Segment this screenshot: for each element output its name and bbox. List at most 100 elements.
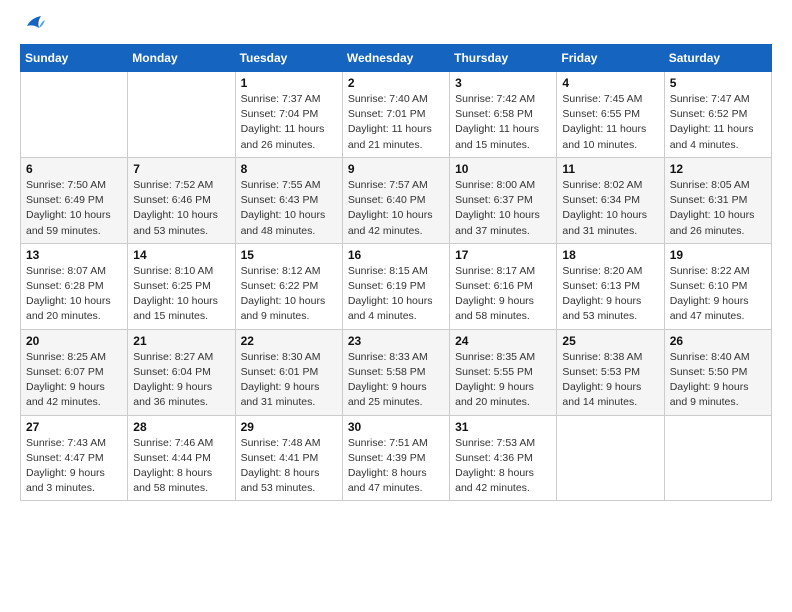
day-number: 18 [562, 248, 658, 262]
day-number: 28 [133, 420, 229, 434]
day-cell-11: 11 Sunrise: 8:02 AMSunset: 6:34 PMDayligh… [557, 157, 664, 243]
day-info: Sunrise: 8:00 AMSunset: 6:37 PMDaylight:… [455, 178, 551, 239]
day-number: 7 [133, 162, 229, 176]
day-info: Sunrise: 8:10 AMSunset: 6:25 PMDaylight:… [133, 264, 229, 325]
day-cell-9: 9Sunrise: 7:57 AMSunset: 6:40 PMDaylight… [342, 157, 449, 243]
day-cell-17: 17 Sunrise: 8:17 AMSunset: 6:16 PMDayligh… [450, 243, 557, 329]
day-info: Sunrise: 8:12 AMSunset: 6:22 PMDaylight:… [241, 264, 337, 325]
weekday-header-monday: Monday [128, 45, 235, 72]
day-cell-1: 1Sunrise: 7:37 AMSunset: 7:04 PMDaylight… [235, 72, 342, 158]
weekday-header-saturday: Saturday [664, 45, 771, 72]
day-info: Sunrise: 7:52 AMSunset: 6:46 PMDaylight:… [133, 178, 229, 239]
day-cell-14: 14 Sunrise: 8:10 AMSunset: 6:25 PMDayligh… [128, 243, 235, 329]
day-info: Sunrise: 8:07 AMSunset: 6:28 PMDaylight:… [26, 264, 122, 325]
empty-cell [128, 72, 235, 158]
day-info: Sunrise: 8:33 AMSunset: 5:58 PMDaylight:… [348, 350, 444, 411]
day-info: Sunrise: 7:37 AMSunset: 7:04 PMDaylight:… [241, 92, 337, 153]
day-info: Sunrise: 8:30 AMSunset: 6:01 PMDaylight:… [241, 350, 337, 411]
day-number: 21 [133, 334, 229, 348]
day-info: Sunrise: 7:53 AMSunset: 4:36 PMDaylight:… [455, 436, 551, 497]
day-info: Sunrise: 8:15 AMSunset: 6:19 PMDaylight:… [348, 264, 444, 325]
day-number: 26 [670, 334, 766, 348]
day-cell-22: 22 Sunrise: 8:30 AMSunset: 6:01 PMDayligh… [235, 329, 342, 415]
day-cell-12: 12Sunrise: 8:05 AMSunset: 6:31 PMDayligh… [664, 157, 771, 243]
page-header [20, 20, 772, 34]
day-info: Sunrise: 8:27 AMSunset: 6:04 PMDaylight:… [133, 350, 229, 411]
day-number: 15 [241, 248, 337, 262]
day-cell-23: 23 Sunrise: 8:33 AMSunset: 5:58 PMDayligh… [342, 329, 449, 415]
day-cell-30: 30 Sunrise: 7:51 AMSunset: 4:39 PMDayligh… [342, 415, 449, 501]
day-number: 5 [670, 76, 766, 90]
day-info: Sunrise: 7:40 AMSunset: 7:01 PMDaylight:… [348, 92, 444, 153]
day-cell-27: 27 Sunrise: 7:43 AMSunset: 4:47 PMDayligh… [21, 415, 128, 501]
day-number: 27 [26, 420, 122, 434]
weekday-header-sunday: Sunday [21, 45, 128, 72]
day-number: 2 [348, 76, 444, 90]
logo-bird-icon [23, 12, 45, 34]
day-cell-5: 5Sunrise: 7:47 AMSunset: 6:52 PMDaylight… [664, 72, 771, 158]
day-cell-29: 29 Sunrise: 7:48 AMSunset: 4:41 PMDayligh… [235, 415, 342, 501]
day-cell-24: 24 Sunrise: 8:35 AMSunset: 5:55 PMDayligh… [450, 329, 557, 415]
day-number: 20 [26, 334, 122, 348]
day-cell-8: 8 Sunrise: 7:55 AMSunset: 6:43 PMDaylight… [235, 157, 342, 243]
day-number: 8 [241, 162, 337, 176]
day-info: Sunrise: 8:35 AMSunset: 5:55 PMDaylight:… [455, 350, 551, 411]
day-info: Sunrise: 8:25 AMSunset: 6:07 PMDaylight:… [26, 350, 122, 411]
day-cell-7: 7 Sunrise: 7:52 AMSunset: 6:46 PMDaylight… [128, 157, 235, 243]
day-cell-19: 19 Sunrise: 8:22 AMSunset: 6:10 PMDayligh… [664, 243, 771, 329]
day-cell-4: 4 Sunrise: 7:45 AMSunset: 6:55 PMDaylight… [557, 72, 664, 158]
day-cell-6: 6 Sunrise: 7:50 AMSunset: 6:49 PMDaylight… [21, 157, 128, 243]
calendar-table: SundayMondayTuesdayWednesdayThursdayFrid… [20, 44, 772, 501]
day-number: 11 [562, 162, 658, 176]
day-cell-31: 31 Sunrise: 7:53 AMSunset: 4:36 PMDayligh… [450, 415, 557, 501]
day-info: Sunrise: 8:17 AMSunset: 6:16 PMDaylight:… [455, 264, 551, 325]
day-number: 17 [455, 248, 551, 262]
day-cell-15: 15 Sunrise: 8:12 AMSunset: 6:22 PMDayligh… [235, 243, 342, 329]
weekday-header-tuesday: Tuesday [235, 45, 342, 72]
weekday-header-row: SundayMondayTuesdayWednesdayThursdayFrid… [21, 45, 772, 72]
week-row-4: 20 Sunrise: 8:25 AMSunset: 6:07 PMDayligh… [21, 329, 772, 415]
day-cell-10: 10 Sunrise: 8:00 AMSunset: 6:37 PMDayligh… [450, 157, 557, 243]
day-cell-3: 3 Sunrise: 7:42 AMSunset: 6:58 PMDaylight… [450, 72, 557, 158]
day-number: 23 [348, 334, 444, 348]
day-info: Sunrise: 7:55 AMSunset: 6:43 PMDaylight:… [241, 178, 337, 239]
logo [20, 20, 45, 34]
day-number: 22 [241, 334, 337, 348]
day-number: 6 [26, 162, 122, 176]
day-number: 31 [455, 420, 551, 434]
day-info: Sunrise: 7:48 AMSunset: 4:41 PMDaylight:… [241, 436, 337, 497]
day-info: Sunrise: 7:43 AMSunset: 4:47 PMDaylight:… [26, 436, 122, 497]
day-info: Sunrise: 8:38 AMSunset: 5:53 PMDaylight:… [562, 350, 658, 411]
day-number: 29 [241, 420, 337, 434]
day-number: 10 [455, 162, 551, 176]
week-row-1: 1Sunrise: 7:37 AMSunset: 7:04 PMDaylight… [21, 72, 772, 158]
day-number: 13 [26, 248, 122, 262]
day-number: 3 [455, 76, 551, 90]
day-cell-20: 20 Sunrise: 8:25 AMSunset: 6:07 PMDayligh… [21, 329, 128, 415]
day-cell-21: 21 Sunrise: 8:27 AMSunset: 6:04 PMDayligh… [128, 329, 235, 415]
day-number: 14 [133, 248, 229, 262]
day-info: Sunrise: 8:40 AMSunset: 5:50 PMDaylight:… [670, 350, 766, 411]
weekday-header-friday: Friday [557, 45, 664, 72]
day-info: Sunrise: 8:20 AMSunset: 6:13 PMDaylight:… [562, 264, 658, 325]
day-cell-2: 2 Sunrise: 7:40 AMSunset: 7:01 PMDaylight… [342, 72, 449, 158]
day-number: 30 [348, 420, 444, 434]
day-info: Sunrise: 8:02 AMSunset: 6:34 PMDaylight:… [562, 178, 658, 239]
weekday-header-wednesday: Wednesday [342, 45, 449, 72]
day-number: 24 [455, 334, 551, 348]
day-number: 9 [348, 162, 444, 176]
day-number: 16 [348, 248, 444, 262]
day-info: Sunrise: 7:50 AMSunset: 6:49 PMDaylight:… [26, 178, 122, 239]
day-cell-25: 25 Sunrise: 8:38 AMSunset: 5:53 PMDayligh… [557, 329, 664, 415]
day-number: 19 [670, 248, 766, 262]
day-info: Sunrise: 7:46 AMSunset: 4:44 PMDaylight:… [133, 436, 229, 497]
day-info: Sunrise: 7:51 AMSunset: 4:39 PMDaylight:… [348, 436, 444, 497]
day-info: Sunrise: 8:22 AMSunset: 6:10 PMDaylight:… [670, 264, 766, 325]
day-cell-26: 26 Sunrise: 8:40 AMSunset: 5:50 PMDayligh… [664, 329, 771, 415]
day-cell-18: 18 Sunrise: 8:20 AMSunset: 6:13 PMDayligh… [557, 243, 664, 329]
day-number: 4 [562, 76, 658, 90]
week-row-5: 27 Sunrise: 7:43 AMSunset: 4:47 PMDayligh… [21, 415, 772, 501]
day-info: Sunrise: 7:45 AMSunset: 6:55 PMDaylight:… [562, 92, 658, 153]
day-number: 25 [562, 334, 658, 348]
day-info: Sunrise: 7:42 AMSunset: 6:58 PMDaylight:… [455, 92, 551, 153]
